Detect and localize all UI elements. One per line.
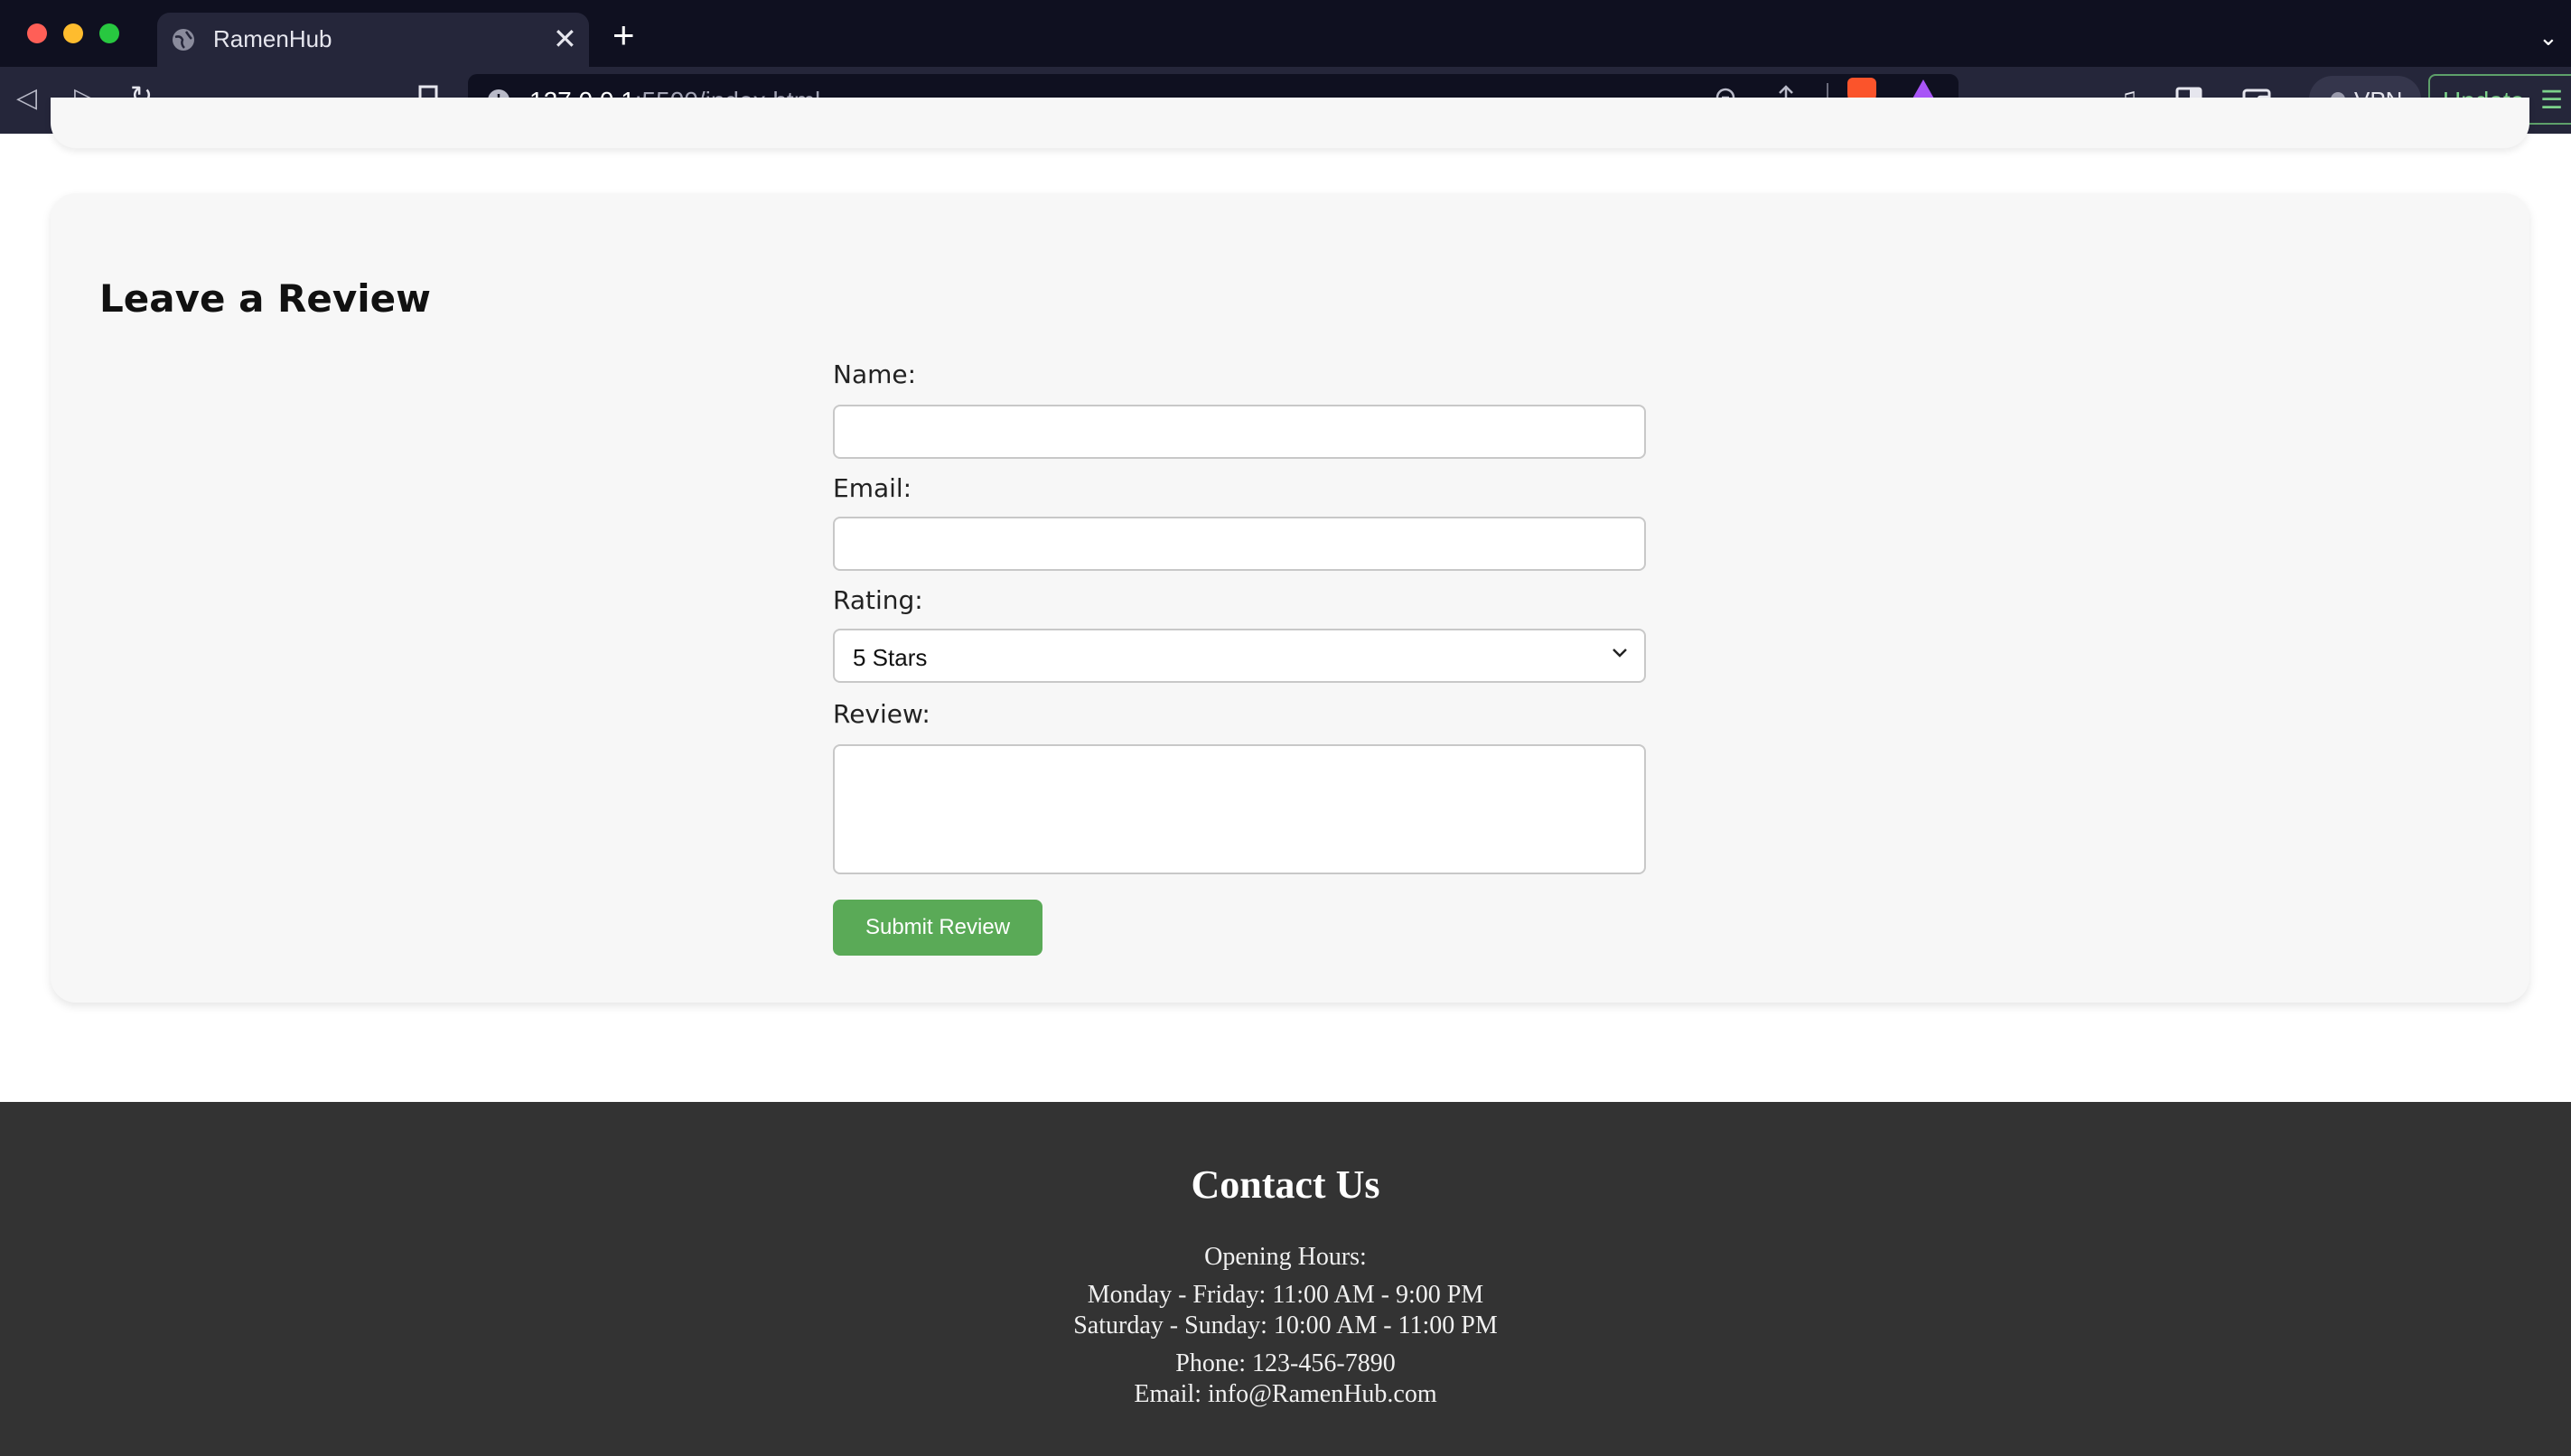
previous-section-card [51, 98, 2529, 148]
browser-tab[interactable]: RamenHub ✕ [157, 13, 589, 67]
close-window-button[interactable] [27, 23, 47, 43]
opening-hours-heading: Opening Hours: [1204, 1243, 1367, 1271]
chevron-down-icon[interactable]: ⌄ [2538, 23, 2558, 51]
weekend-hours: Saturday - Sunday: 10:00 AM - 11:00 PM [1073, 1311, 1498, 1339]
maximize-window-button[interactable] [99, 23, 119, 43]
name-label: Name: [833, 359, 917, 389]
review-heading: Leave a Review [99, 276, 431, 321]
rating-select[interactable]: 5 Stars [833, 629, 1646, 683]
page-content: Leave a Review Name: Email: Rating: 5 St… [0, 98, 2571, 1456]
close-tab-icon[interactable]: ✕ [553, 22, 577, 56]
name-input[interactable] [833, 405, 1646, 459]
weekday-hours: Monday - Friday: 11:00 AM - 9:00 PM [1087, 1281, 1484, 1309]
tab-title: RamenHub [213, 25, 332, 52]
review-section: Leave a Review [51, 193, 2529, 1003]
footer-heading: Contact Us [1191, 1162, 1380, 1207]
rating-selected-value: 5 Stars [853, 644, 928, 671]
email-input[interactable] [833, 517, 1646, 571]
email-label: Email: [833, 473, 912, 503]
phone-text: Phone: 123-456-7890 [1175, 1349, 1396, 1377]
chevron-down-icon [1613, 649, 1627, 658]
review-label: Review: [833, 699, 930, 729]
back-icon[interactable]: ◁ [16, 85, 37, 112]
rating-label: Rating: [833, 585, 923, 615]
email-text: Email: info@RamenHub.com [1134, 1380, 1437, 1408]
footer: Contact Us Opening Hours: Monday - Frida… [0, 1102, 2571, 1456]
new-tab-icon[interactable]: + [612, 16, 635, 54]
globe-icon [173, 29, 194, 51]
minimize-window-button[interactable] [63, 23, 83, 43]
review-textarea[interactable] [833, 744, 1646, 874]
submit-review-button[interactable]: Submit Review [833, 900, 1042, 956]
browser-tab-bar: RamenHub ✕ + ⌄ [0, 0, 2571, 67]
menu-icon: ☰ [2540, 86, 2564, 114]
